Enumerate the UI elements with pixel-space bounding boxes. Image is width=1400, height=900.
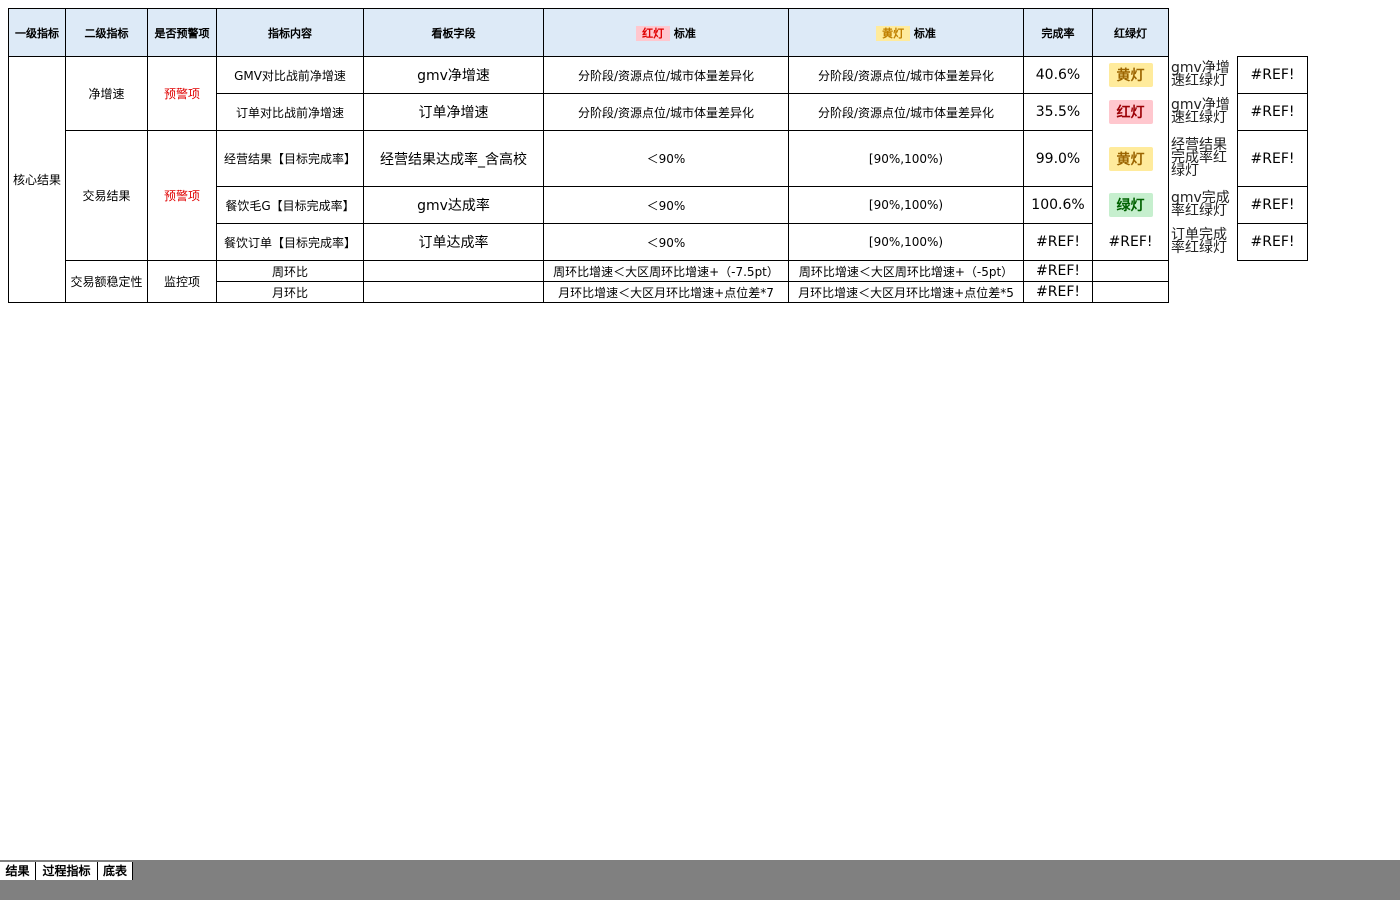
cell-content[interactable]: 月环比 bbox=[216, 281, 364, 303]
cell-red-standard[interactable]: 分阶段/资源点位/城市体量差异化 bbox=[543, 56, 789, 94]
spreadsheet-area[interactable]: 一级指标 二级指标 是否预警项 指标内容 看板字段 红灯 标准 黄灯 标准 完成… bbox=[0, 0, 1400, 860]
yellow-lamp-badge: 黄灯 bbox=[1108, 146, 1153, 171]
cell-stability[interactable]: 交易额稳定性 bbox=[65, 260, 148, 303]
side-label[interactable]: gmv净增速红绿灯 bbox=[1169, 57, 1238, 94]
cell-yellow-standard[interactable]: 月环比增速＜大区月环比增速+点位差*5 bbox=[788, 281, 1024, 303]
cell-red-standard[interactable]: ＜90% bbox=[543, 223, 789, 261]
cell-field[interactable]: 订单净增速 bbox=[363, 93, 544, 131]
cell-content[interactable]: 订单对比战前净增速 bbox=[216, 93, 364, 131]
yellow-standard-label: 标准 bbox=[913, 26, 936, 40]
cell-red-standard[interactable]: 月环比增速＜大区月环比增速+点位差*7 bbox=[543, 281, 789, 303]
header-is-warning[interactable]: 是否预警项 bbox=[147, 8, 217, 57]
cell-red-standard[interactable]: ＜90% bbox=[543, 130, 789, 187]
side-label[interactable]: 经营结果完成率红绿灯 bbox=[1169, 131, 1238, 187]
cell-rate[interactable]: 40.6% bbox=[1023, 56, 1093, 94]
red-lamp-label: 红灯 bbox=[636, 25, 671, 41]
header-rate[interactable]: 完成率 bbox=[1023, 8, 1093, 57]
tab-process-metrics[interactable]: 过程指标 bbox=[36, 862, 98, 880]
cell-light[interactable] bbox=[1092, 281, 1169, 303]
cell-red-standard[interactable]: ＜90% bbox=[543, 186, 789, 224]
header-content[interactable]: 指标内容 bbox=[216, 8, 364, 57]
cell-yellow-standard[interactable]: [90%,100%) bbox=[788, 223, 1024, 261]
cell-rate[interactable]: #REF! bbox=[1023, 260, 1093, 282]
tab-base-table[interactable]: 底表 bbox=[98, 862, 133, 880]
cell-light[interactable] bbox=[1092, 260, 1169, 282]
table-row: 核心结果 净增速 预警项 GMV对比战前净增速 gmv净增速 分阶段/资源点位/… bbox=[8, 56, 1308, 303]
header-yellow-standard[interactable]: 黄灯 标准 bbox=[788, 8, 1024, 57]
cell-warning-item[interactable]: 预警项 bbox=[147, 56, 217, 131]
cell-warning-item[interactable]: 预警项 bbox=[147, 130, 217, 261]
ref-cell[interactable]: #REF! bbox=[1237, 93, 1308, 131]
header-field[interactable]: 看板字段 bbox=[363, 8, 544, 57]
header-level2[interactable]: 二级指标 bbox=[65, 8, 148, 57]
red-lamp-badge: 红灯 bbox=[1108, 100, 1153, 124]
green-lamp-badge: 绿灯 bbox=[1108, 193, 1153, 217]
cell-yellow-standard[interactable]: 周环比增速＜大区周环比增速+（-5pt） bbox=[788, 260, 1024, 282]
cell-light[interactable]: 黄灯 bbox=[1092, 130, 1169, 187]
empty-cell[interactable] bbox=[1238, 9, 1308, 57]
cell-rate[interactable]: 99.0% bbox=[1023, 130, 1093, 187]
side-label[interactable]: gmv完成率红绿灯 bbox=[1169, 187, 1238, 224]
header-light[interactable]: 红绿灯 bbox=[1092, 8, 1169, 57]
cell-yellow-standard[interactable]: 分阶段/资源点位/城市体量差异化 bbox=[788, 93, 1024, 131]
cell-monitor-item[interactable]: 监控项 bbox=[147, 260, 217, 303]
ref-cell[interactable]: #REF! bbox=[1237, 130, 1308, 187]
cell-field[interactable]: gmv净增速 bbox=[363, 56, 544, 94]
cell-red-standard[interactable]: 周环比增速＜大区周环比增速+（-7.5pt） bbox=[543, 260, 789, 282]
yellow-lamp-badge: 黄灯 bbox=[1108, 63, 1153, 88]
cell-content[interactable]: 餐饮订单【目标完成率】 bbox=[216, 223, 364, 261]
tab-results[interactable]: 结果 bbox=[0, 862, 36, 880]
cell-light[interactable]: 黄灯 bbox=[1092, 56, 1169, 94]
empty-cell[interactable] bbox=[1169, 9, 1238, 57]
cell-red-standard[interactable]: 分阶段/资源点位/城市体量差异化 bbox=[543, 93, 789, 131]
ref-cell[interactable]: #REF! bbox=[1237, 56, 1308, 94]
ref-cell[interactable]: #REF! bbox=[1237, 223, 1308, 261]
cell-net-growth[interactable]: 净增速 bbox=[65, 56, 148, 131]
ref-cell[interactable]: #REF! bbox=[1237, 186, 1308, 224]
cell-content[interactable]: 餐饮毛G【目标完成率】 bbox=[216, 186, 364, 224]
yellow-lamp-label: 黄灯 bbox=[876, 25, 911, 41]
empty-cell[interactable] bbox=[1238, 261, 1308, 282]
cell-content[interactable]: 周环比 bbox=[216, 260, 364, 282]
header-red-standard[interactable]: 红灯 标准 bbox=[543, 8, 789, 57]
metrics-table: 一级指标 二级指标 是否预警项 指标内容 看板字段 红灯 标准 黄灯 标准 完成… bbox=[8, 8, 1308, 303]
side-label[interactable]: gmv净增速红绿灯 bbox=[1169, 94, 1238, 131]
cell-field[interactable] bbox=[363, 281, 544, 303]
empty-cell[interactable] bbox=[1169, 282, 1238, 303]
side-label[interactable]: 订单完成率红绿灯 bbox=[1169, 224, 1238, 261]
sheet-tab-bar: 结果 过程指标 底表 bbox=[0, 860, 1400, 900]
cell-light[interactable]: 绿灯 bbox=[1092, 186, 1169, 224]
cell-core-result[interactable]: 核心结果 bbox=[8, 56, 66, 303]
cell-rate[interactable]: #REF! bbox=[1023, 223, 1093, 261]
table-row: 交易额稳定性 监控项 周环比 周环比增速＜大区周环比增速+（-7.5pt） 周环… bbox=[9, 260, 1308, 303]
cell-light[interactable]: #REF! bbox=[1092, 223, 1169, 261]
cell-rate[interactable]: 100.6% bbox=[1023, 186, 1093, 224]
header-row: 一级指标 二级指标 是否预警项 指标内容 看板字段 红灯 标准 黄灯 标准 完成… bbox=[8, 8, 1308, 57]
cell-field[interactable]: gmv达成率 bbox=[363, 186, 544, 224]
empty-cell[interactable] bbox=[1169, 261, 1238, 282]
cell-content[interactable]: 经营结果【目标完成率】 bbox=[216, 130, 364, 187]
cell-yellow-standard[interactable]: 分阶段/资源点位/城市体量差异化 bbox=[788, 56, 1024, 94]
cell-light[interactable]: 红灯 bbox=[1092, 93, 1169, 131]
cell-rate[interactable]: #REF! bbox=[1023, 281, 1093, 303]
empty-cell[interactable] bbox=[1238, 282, 1308, 303]
table-row: 交易结果 预警项 经营结果【目标完成率】 经营结果达成率_含高校 ＜90% [9… bbox=[9, 130, 1308, 261]
header-level1[interactable]: 一级指标 bbox=[8, 8, 66, 57]
cell-trade-result[interactable]: 交易结果 bbox=[65, 130, 148, 261]
cell-field[interactable] bbox=[363, 260, 544, 282]
cell-yellow-standard[interactable]: [90%,100%) bbox=[788, 186, 1024, 224]
cell-field[interactable]: 经营结果达成率_含高校 bbox=[363, 130, 544, 187]
cell-content[interactable]: GMV对比战前净增速 bbox=[216, 56, 364, 94]
cell-rate[interactable]: 35.5% bbox=[1023, 93, 1093, 131]
cell-yellow-standard[interactable]: [90%,100%) bbox=[788, 130, 1024, 187]
red-standard-label: 标准 bbox=[673, 26, 696, 40]
cell-field[interactable]: 订单达成率 bbox=[363, 223, 544, 261]
